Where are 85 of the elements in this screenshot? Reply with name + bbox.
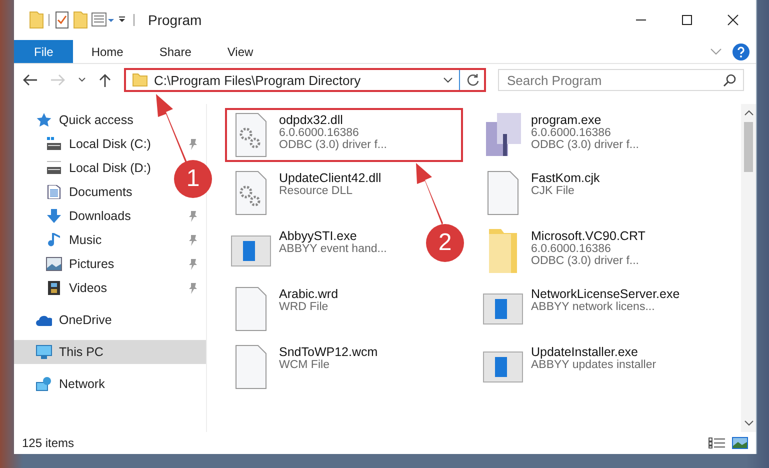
file-detail: ODBC (3.0) driver f... bbox=[531, 139, 639, 151]
address-bar[interactable]: C:\Program Files\Program Directory bbox=[124, 68, 486, 92]
search-icon[interactable] bbox=[723, 74, 736, 87]
ribbon-tab[interactable]: View bbox=[209, 40, 272, 63]
back-icon[interactable] bbox=[22, 73, 38, 87]
scroll-down-icon[interactable] bbox=[744, 420, 754, 426]
sidebar-item[interactable]: Music bbox=[46, 228, 106, 252]
step-number-badge: 2 bbox=[426, 224, 464, 262]
download-icon bbox=[46, 209, 62, 223]
step-number-badge: 1 bbox=[174, 160, 212, 198]
ribbon-tab[interactable]: Share bbox=[141, 40, 210, 63]
quick-access-toolbar-icon[interactable] bbox=[28, 11, 136, 29]
file-detail: CJK File bbox=[531, 185, 576, 197]
help-icon[interactable] bbox=[732, 42, 750, 60]
file-detail: 6.0.6000.16386 bbox=[531, 243, 612, 255]
window-title: Program bbox=[148, 12, 202, 28]
file-name: program.exe bbox=[531, 113, 602, 127]
file-item[interactable]: AbbyySTI.exe ABBYY event hand... bbox=[225, 224, 393, 278]
picture-icon bbox=[46, 257, 62, 271]
scrollbar[interactable] bbox=[741, 104, 756, 432]
music-note-icon bbox=[46, 233, 62, 247]
scroll-thumb[interactable] bbox=[744, 122, 753, 172]
sidebar-item[interactable]: Network bbox=[36, 372, 109, 396]
file-name: UpdateInstaller.exe bbox=[531, 345, 640, 359]
sidebar-item[interactable]: This PC bbox=[14, 340, 206, 364]
file-name: SndToWP12.wcm bbox=[279, 345, 378, 359]
sidebar-item[interactable]: Local Disk (D:) bbox=[46, 156, 155, 180]
maximize-icon bbox=[681, 14, 693, 26]
refresh-icon[interactable] bbox=[466, 73, 480, 87]
file-item[interactable]: UpdateInstaller.exe ABBYY updates installer bbox=[477, 340, 662, 394]
file-detail: ODBC (3.0) driver f... bbox=[531, 255, 640, 267]
file-detail: ABBYY event hand... bbox=[279, 243, 387, 255]
scroll-up-icon[interactable] bbox=[744, 110, 754, 116]
folder-icon bbox=[132, 73, 148, 87]
file-detail: 6.0.6000.16386 bbox=[279, 127, 360, 139]
file-item[interactable]: Arabic.wrd WRD File bbox=[225, 282, 344, 336]
file-detail: WRD File bbox=[279, 301, 330, 313]
ribbon-tab[interactable]: File bbox=[14, 40, 74, 63]
sidebar-item[interactable]: Documents bbox=[46, 180, 136, 204]
file-name: NetworkLicenseServer.exe bbox=[531, 287, 680, 301]
sidebar-item[interactable]: Quick access bbox=[36, 108, 138, 132]
file-name: FastKom.cjk bbox=[531, 171, 600, 185]
close-icon bbox=[727, 14, 739, 26]
file-detail: ABBYY updates installer bbox=[531, 359, 656, 371]
file-name: AbbyySTI.exe bbox=[279, 229, 358, 243]
sidebar-item[interactable]: Pictures bbox=[46, 252, 118, 276]
file-item[interactable]: Microsoft.VC90.CRT 6.0.6000.16386 ODBC (3.0) driver f... bbox=[477, 224, 652, 278]
sidebar-item[interactable]: Local Disk (C:) bbox=[46, 132, 155, 156]
ribbon-tab[interactable]: Home bbox=[73, 40, 142, 63]
file-name: odpdx32.dll bbox=[279, 113, 343, 127]
file-detail: Resource DLL bbox=[279, 185, 354, 197]
up-icon[interactable] bbox=[98, 73, 112, 87]
file-item[interactable]: odpdx32.dll 6.0.6000.16386 ODBC (3.0) driver f... bbox=[225, 108, 463, 162]
search-field[interactable]: Search Program bbox=[498, 69, 744, 91]
installer-icon bbox=[483, 113, 523, 157]
expand-ribbon-icon[interactable] bbox=[710, 48, 722, 55]
file-detail: ABBYY network licens... bbox=[531, 301, 656, 313]
sidebar-item[interactable]: OneDrive bbox=[36, 308, 116, 332]
document-icon bbox=[46, 185, 62, 199]
drive-icon bbox=[46, 161, 62, 175]
details-view-icon[interactable] bbox=[708, 437, 726, 449]
monitor-icon bbox=[36, 345, 52, 359]
file-name: Microsoft.VC90.CRT bbox=[531, 229, 646, 243]
address-path: C:\Program Files\Program Directory bbox=[154, 72, 362, 88]
file-name: Arabic.wrd bbox=[279, 287, 338, 301]
network-icon bbox=[36, 377, 52, 391]
sidebar-item[interactable]: Videos bbox=[46, 276, 111, 300]
file-item[interactable]: SndToWP12.wcm WCM File bbox=[225, 340, 384, 394]
file-item[interactable]: NetworkLicenseServer.exe ABBYY network licens... bbox=[477, 282, 686, 336]
file-detail: ODBC (3.0) driver f... bbox=[279, 139, 387, 151]
file-detail: 6.0.6000.16386 bbox=[531, 127, 612, 139]
file-detail: WCM File bbox=[279, 359, 330, 371]
large-icons-view-icon[interactable] bbox=[732, 437, 748, 449]
file-name: UpdateClient42.dll bbox=[279, 171, 382, 185]
film-icon bbox=[46, 281, 62, 295]
file-item[interactable]: program.exe 6.0.6000.16386 ODBC (3.0) driver f... bbox=[477, 108, 645, 162]
cloud-icon bbox=[36, 313, 52, 327]
file-item[interactable]: UpdateClient42.dll Resource DLL bbox=[225, 166, 388, 220]
item-count: 125 items bbox=[22, 436, 74, 450]
sidebar-item[interactable]: Downloads bbox=[46, 204, 135, 228]
drive-icon bbox=[46, 137, 62, 151]
file-item[interactable]: FastKom.cjk CJK File bbox=[477, 166, 606, 220]
dropdown-caret-icon[interactable] bbox=[443, 77, 453, 83]
star-icon bbox=[36, 113, 52, 127]
recent-locations-icon[interactable] bbox=[78, 77, 86, 83]
